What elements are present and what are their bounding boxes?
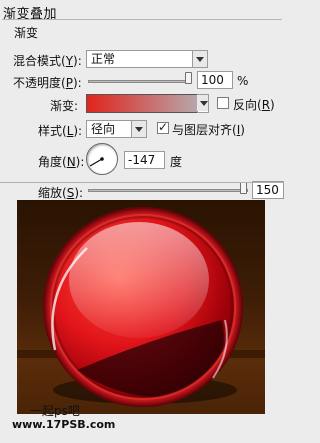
style-select[interactable]: 径向 [86,120,147,138]
opacity-input[interactable]: 100 [197,71,233,89]
align-with-layer-checkbox[interactable] [157,120,169,134]
svg-text:www.17PSB.com: www.17PSB.com [12,418,115,431]
scale-slider-thumb[interactable] [240,182,247,194]
red-ball-illustration [17,200,265,414]
blend-mode-value: 正常 [91,52,116,66]
gradient-label: 渐变: [50,99,79,113]
preview-image [17,200,265,414]
chevron-down-icon [131,121,146,137]
style-label: 样式(L): [38,124,83,138]
opacity-unit: % [237,74,249,88]
opacity-slider-thumb[interactable] [185,72,192,84]
opacity-label: 不透明度(P): [13,76,82,90]
scale-label: 缩放(S): [38,186,84,200]
chevron-down-icon [192,51,207,67]
gradient-swatch[interactable] [86,94,198,113]
reverse-checkbox[interactable] [217,97,229,109]
svg-text:一起ps吧: 一起ps吧 [30,404,80,418]
opacity-slider[interactable] [88,80,188,83]
gradient-picker-button[interactable] [197,94,209,113]
scale-slider[interactable] [88,189,248,192]
blend-mode-label: 混合模式(Y): [13,54,82,68]
group-legend: 渐变 [12,24,41,41]
angle-dial[interactable] [86,143,118,175]
angle-label: 角度(N): [38,155,85,169]
align-with-layer-label: 与图层对齐(I) [172,123,245,137]
angle-unit: 度 [170,155,183,169]
angle-indicator-icon [89,157,104,167]
chevron-down-icon [197,95,208,111]
style-value: 径向 [91,122,116,136]
watermark-logo: 一起ps吧 www.17PSB.com [12,404,115,431]
reverse-label: 反向(R) [233,98,275,112]
angle-input[interactable]: -147 [124,151,165,169]
blend-mode-select[interactable]: 正常 [86,50,208,68]
scale-input[interactable]: 150 [252,181,284,199]
divider [0,182,284,183]
